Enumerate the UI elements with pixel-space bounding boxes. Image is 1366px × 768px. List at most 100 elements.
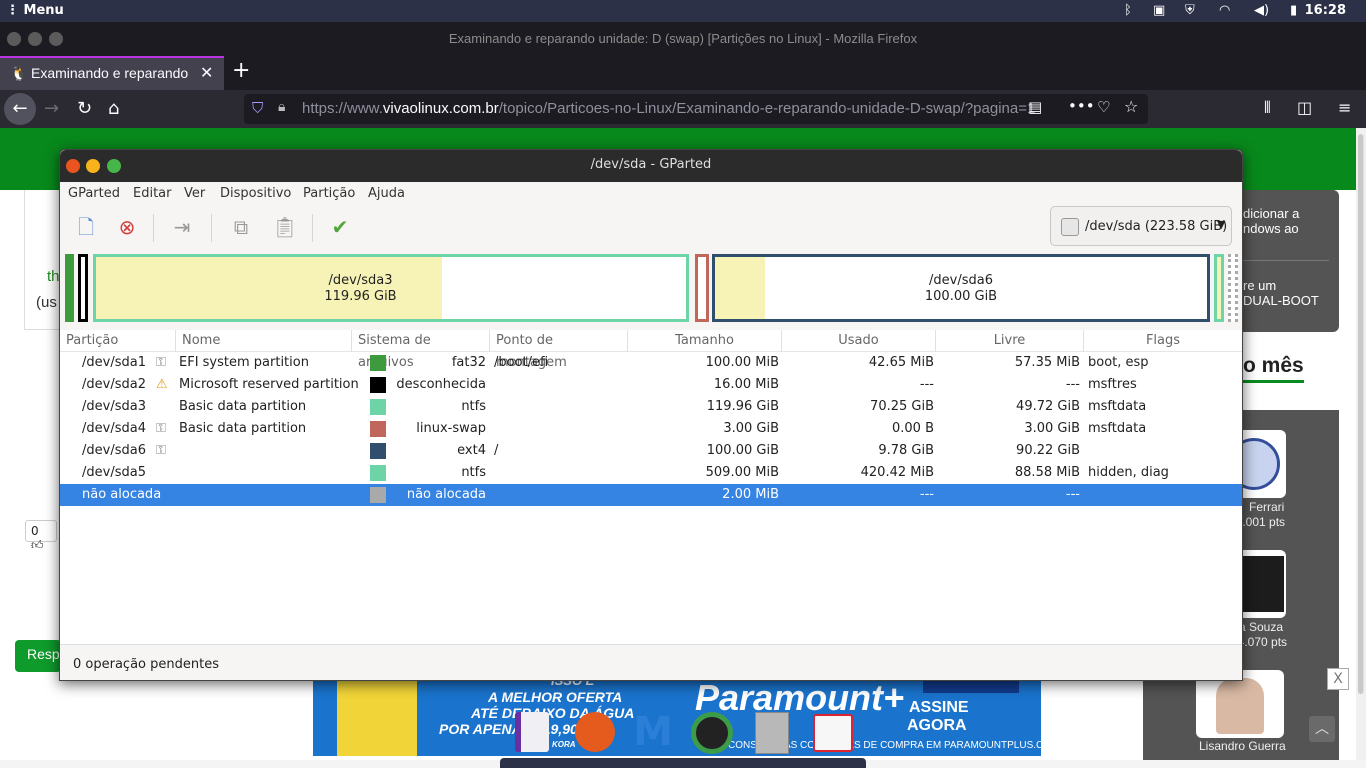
- wifi-icon[interactable]: ◠: [1219, 3, 1230, 18]
- home-icon[interactable]: ⌂: [108, 98, 119, 119]
- table-row[interactable]: /dev/sda1 ⚿ EFI system partition fat32/boot…: [60, 352, 1242, 374]
- col-header-tamanho[interactable]: Tamanho: [628, 330, 782, 352]
- minimize-window-button[interactable]: [28, 32, 42, 46]
- copy-icon[interactable]: ⧉: [224, 211, 258, 243]
- gparted-titlebar[interactable]: /dev/sda - GParted: [60, 150, 1242, 182]
- sidebar-text: re um: [1243, 278, 1277, 293]
- code-editor-icon[interactable]: M: [631, 710, 675, 754]
- sidebar-icon[interactable]: ◫: [1297, 98, 1312, 117]
- partition-block-sda2[interactable]: [78, 254, 88, 322]
- key-icon: ⚿: [156, 355, 166, 370]
- maximize-window-button[interactable]: [107, 159, 121, 173]
- table-row[interactable]: /dev/sda4 ⚿ Basic data partition linux-swap…: [60, 418, 1242, 440]
- url-text[interactable]: https://www.vivaolinux.com.br/topico/Par…: [302, 100, 1035, 117]
- hamburger-menu-icon[interactable]: ≡: [1338, 98, 1351, 117]
- pocket-icon[interactable]: ♡: [1097, 98, 1110, 116]
- month-heading: o mês: [1243, 354, 1304, 383]
- menu-particao[interactable]: Partição: [303, 186, 355, 201]
- task-editor-icon[interactable]: [813, 714, 853, 752]
- user-name[interactable]: Ferrari: [1249, 500, 1284, 514]
- minimize-window-button[interactable]: [86, 159, 100, 173]
- col-header-nome[interactable]: Nome: [176, 330, 352, 352]
- menu-gparted[interactable]: GParted: [68, 186, 120, 201]
- user-name[interactable]: Lisandro Guerra: [1199, 739, 1286, 753]
- menu-ajuda[interactable]: Ajuda: [368, 186, 405, 201]
- apply-icon[interactable]: ✔: [323, 211, 357, 243]
- dock-icons: M: [515, 708, 855, 758]
- resize-move-icon[interactable]: ⇥: [165, 211, 199, 243]
- thumbs-up-icon: 👍︎: [31, 538, 44, 552]
- close-tab-icon[interactable]: ✕: [200, 63, 213, 83]
- paste-icon[interactable]: 📋︎: [268, 211, 302, 243]
- sidebar-text: dicionar a: [1243, 206, 1300, 221]
- sidebar-text: DUAL-BOOT: [1243, 293, 1319, 308]
- table-row[interactable]: /dev/sda2 ⚠ Microsoft reserved partition de…: [60, 374, 1242, 396]
- pending-operations-label: 0 operação pendentes: [73, 657, 219, 672]
- forward-icon[interactable]: →: [44, 98, 59, 119]
- partition-table: Partição Nome Sistema de arquivos Ponto …: [60, 330, 1242, 644]
- close-window-button[interactable]: [7, 32, 21, 46]
- bookmark-star-icon[interactable]: ☆: [1124, 97, 1138, 116]
- text-editor-icon[interactable]: [515, 712, 549, 752]
- reply-button[interactable]: Resp: [15, 640, 61, 672]
- col-header-sistema[interactable]: Sistema de arquivos: [352, 330, 490, 370]
- partition-block-sda5[interactable]: [1214, 254, 1224, 322]
- delete-partition-icon[interactable]: ⊗: [110, 211, 144, 243]
- browser-tab[interactable]: 🐧 Examinando e reparando unidade: D ✕: [0, 56, 224, 90]
- col-header-flags[interactable]: Flags: [1084, 330, 1242, 352]
- table-row[interactable]: não alocada não alocada 2.00 MiB --- ---: [60, 484, 1242, 506]
- device-selector[interactable]: /dev/sda (223.58 GiB) ▼: [1050, 206, 1232, 246]
- partition-block-unallocated[interactable]: [1228, 254, 1238, 322]
- like-button[interactable]: 0 👍︎: [25, 520, 57, 552]
- firefox-icon[interactable]: [575, 712, 615, 752]
- file-cabinet-icon[interactable]: [755, 712, 789, 754]
- col-header-livre[interactable]: Livre: [936, 330, 1084, 352]
- table-row[interactable]: /dev/sda5 ntfs 509.00 MiB 420.42 MiB 88.58 M…: [60, 462, 1242, 484]
- tracking-protection-icon[interactable]: ⛉: [252, 99, 263, 117]
- bluetooth-icon[interactable]: ᛒ: [1124, 3, 1132, 18]
- gparted-dock-icon[interactable]: [691, 712, 733, 754]
- library-icon[interactable]: ⫴: [1264, 98, 1271, 118]
- page-actions-icon[interactable]: •••: [1068, 97, 1095, 115]
- partition-name: /dev/sda3: [328, 273, 393, 288]
- menu-ver[interactable]: Ver: [184, 186, 205, 201]
- cell-free: 3.00 GiB: [1024, 421, 1080, 436]
- table-row[interactable]: /dev/sda3 Basic data partition ntfs 119.96 …: [60, 396, 1242, 418]
- menu-dispositivo[interactable]: Dispositivo: [220, 186, 291, 201]
- menu-editar[interactable]: Editar: [133, 186, 172, 201]
- page-scrollbar[interactable]: [1356, 128, 1366, 760]
- cell-flags: hidden, diag: [1088, 465, 1169, 480]
- lock-icon[interactable]: 🔒︎: [278, 99, 285, 115]
- scroll-top-icon[interactable]: ︿: [1309, 716, 1335, 742]
- col-header-montagem[interactable]: Ponto de montagem: [490, 330, 628, 370]
- close-window-button[interactable]: [66, 159, 80, 173]
- partition-block-sda3[interactable]: /dev/sda3 119.96 GiB: [93, 254, 689, 322]
- system-menu-button[interactable]: ⋮ Menu: [6, 3, 64, 18]
- cell-free: 88.58 MiB: [1014, 465, 1080, 480]
- clock[interactable]: 16:28: [1305, 3, 1346, 18]
- cell-size: 119.96 GiB: [706, 399, 779, 414]
- battery-icon[interactable]: ▮: [1290, 3, 1297, 18]
- clipboard-icon[interactable]: ▣: [1153, 3, 1165, 18]
- warning-icon: ⚠: [156, 377, 168, 392]
- shield-icon[interactable]: ⛨: [1185, 3, 1195, 18]
- new-tab-icon[interactable]: +: [232, 58, 250, 83]
- post-card: th (us: [24, 190, 64, 330]
- scrollbar-thumb[interactable]: [1358, 134, 1364, 694]
- ad-close-button[interactable]: X: [1327, 668, 1349, 690]
- partition-block-sda1[interactable]: [65, 254, 74, 322]
- col-header-usado[interactable]: Usado: [782, 330, 936, 352]
- col-header-particao[interactable]: Partição: [60, 330, 176, 352]
- cell-used: 70.25 GiB: [870, 399, 934, 414]
- reader-view-icon[interactable]: ▤: [1028, 98, 1042, 116]
- cell-used: 420.42 MiB: [860, 465, 934, 480]
- partition-block-sda6[interactable]: /dev/sda6 100.00 GiB: [712, 254, 1210, 322]
- partition-block-sda4[interactable]: [695, 254, 709, 322]
- reload-icon[interactable]: ↻: [77, 98, 92, 119]
- new-partition-icon[interactable]: 🗋︎: [69, 211, 103, 243]
- back-icon[interactable]: ←: [4, 93, 36, 125]
- url-bar[interactable]: ⛉ 🔒︎ https://www.vivaolinux.com.br/topic…: [244, 94, 1148, 124]
- maximize-window-button[interactable]: [49, 32, 63, 46]
- volume-icon[interactable]: ◀): [1254, 3, 1269, 18]
- table-row[interactable]: /dev/sda6 ⚿ ext4 / 100.00 GiB 9.78 GiB 90.22 G…: [60, 440, 1242, 462]
